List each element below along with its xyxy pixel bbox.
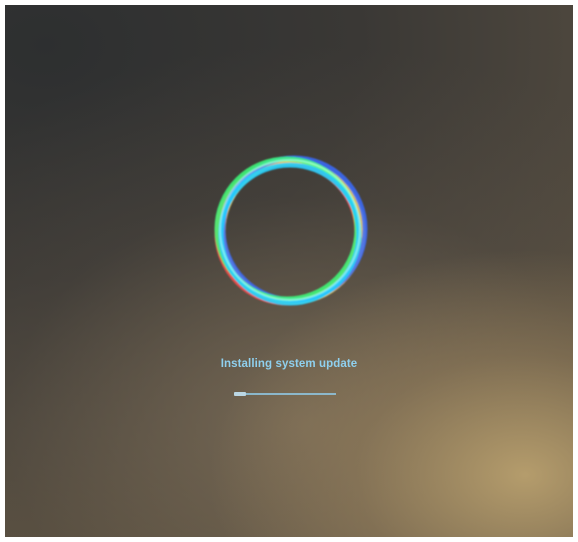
update-screen: Installing system update bbox=[5, 5, 573, 537]
android-update-ring-icon bbox=[214, 155, 368, 306]
update-progress-bar bbox=[234, 392, 336, 396]
update-status-text: Installing system update bbox=[220, 358, 358, 370]
update-progress-fill bbox=[234, 392, 247, 396]
